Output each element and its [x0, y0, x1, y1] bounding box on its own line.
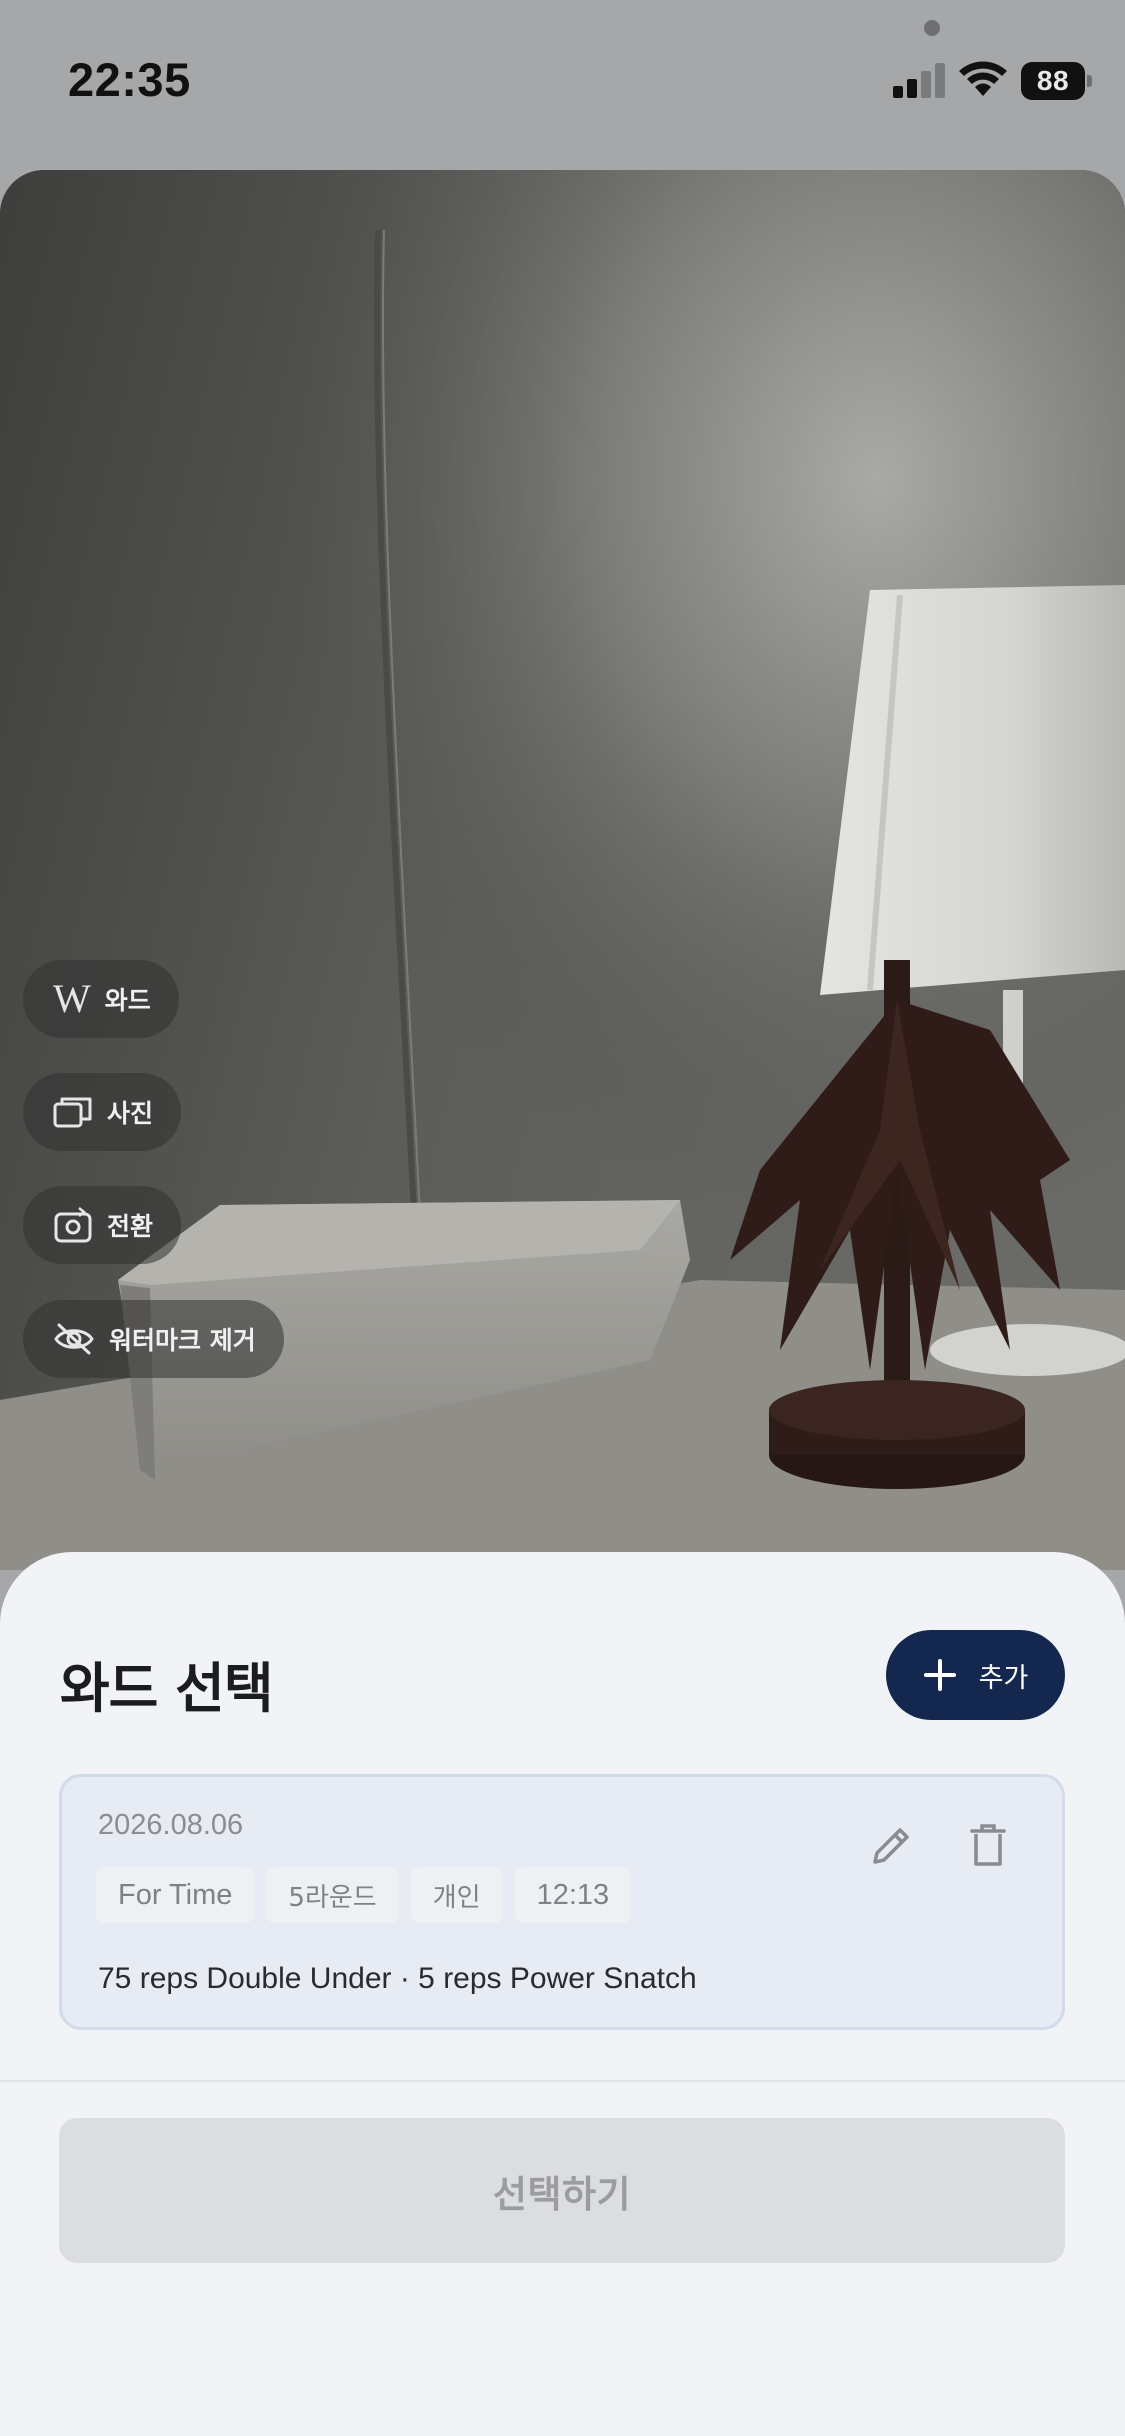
wod-tool-button[interactable]: W 와드	[23, 960, 179, 1038]
camera-preview[interactable]: W 와드 사진 전환 워터마크 제거	[0, 170, 1125, 1570]
status-time: 22:35	[68, 53, 191, 106]
wod-mode-tag: 개인	[410, 1867, 503, 1923]
photo-stack-icon	[53, 1097, 92, 1128]
wod-date: 2026.08.06	[98, 1809, 244, 1841]
remove-watermark-button[interactable]: 워터마크 제거	[23, 1300, 284, 1378]
battery-icon: 88	[1021, 62, 1085, 100]
status-bar: 22:35 88	[0, 0, 1125, 165]
switch-camera-icon	[54, 1207, 92, 1243]
wod-time-tag: 12:13	[514, 1867, 632, 1923]
w-icon: W	[53, 976, 91, 1021]
sheet-divider	[0, 2080, 1125, 2082]
camera-screen: 22:35 88 W 와드 사진 전환 워터마크 제거 와드 선택 추가 202…	[0, 0, 1125, 2436]
eye-off-icon	[54, 1323, 94, 1355]
cellular-signal-icon	[893, 63, 945, 98]
wod-tool-label: 와드	[104, 986, 151, 1015]
pencil-icon	[873, 1828, 909, 1864]
camera-indicator-dot	[924, 20, 940, 36]
wod-rounds-tag: 5라운드	[266, 1867, 399, 1923]
switch-camera-label: 전환	[107, 1212, 154, 1241]
sheet-title: 와드 선택	[60, 1657, 274, 1720]
battery-indicator: 88	[1021, 62, 1093, 100]
remove-watermark-label: 워터마크 제거	[109, 1326, 256, 1355]
delete-wod-button[interactable]	[958, 1815, 1018, 1875]
wod-card[interactable]: 2026.08.06 For Time 5라운드 개인 12:13 75 rep…	[59, 1774, 1065, 2030]
select-button[interactable]: 선택하기	[59, 2118, 1065, 2263]
select-button-label: 선택하기	[492, 2172, 632, 2216]
add-wod-label: 추가	[978, 1662, 1029, 1694]
photo-tool-label: 사진	[107, 1099, 154, 1128]
wifi-icon	[959, 61, 1007, 96]
trash-icon	[970, 1824, 1006, 1866]
wod-select-sheet: 와드 선택 추가 2026.08.06 For Time 5라운드 개인 12:…	[0, 1552, 1125, 2436]
plus-icon	[923, 1659, 956, 1691]
wod-tags: For Time 5라운드 개인 12:13	[96, 1867, 632, 1923]
wod-type-tag: For Time	[96, 1867, 255, 1923]
add-wod-button[interactable]: 추가	[886, 1630, 1065, 1720]
photo-tool-button[interactable]: 사진	[23, 1073, 182, 1151]
wod-description: 75 reps Double Under · 5 reps Power Snat…	[98, 1962, 697, 1995]
battery-level: 88	[1036, 65, 1070, 96]
edit-wod-button[interactable]	[862, 1815, 922, 1875]
switch-camera-button[interactable]: 전환	[23, 1186, 182, 1264]
